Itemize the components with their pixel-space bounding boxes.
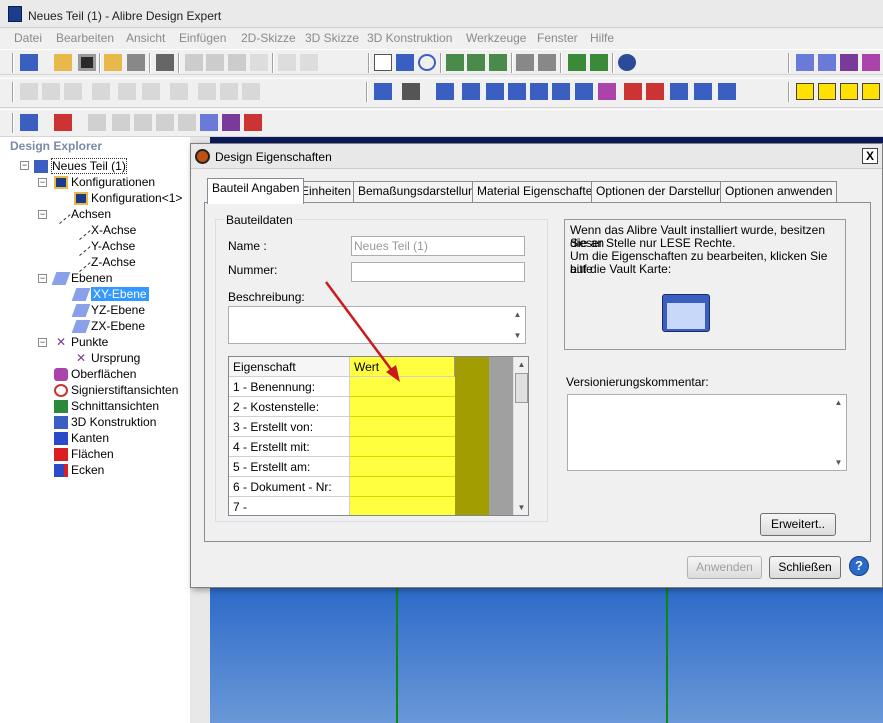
tab-bauteil-angaben[interactable]: Bauteil Angaben (207, 178, 305, 204)
annotation-arrow (324, 281, 400, 382)
